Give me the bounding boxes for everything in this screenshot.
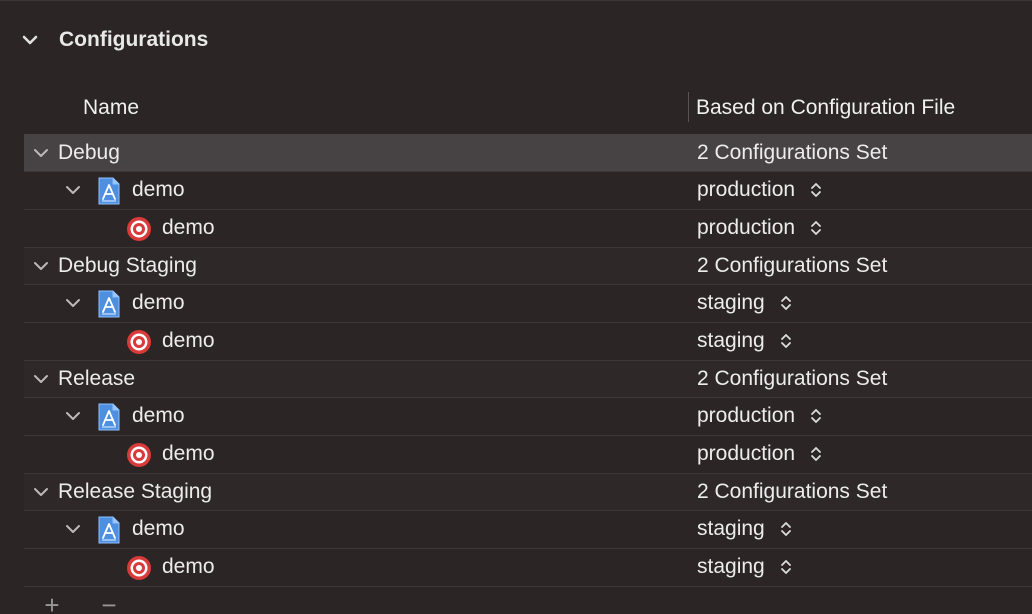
configurations-set-count: 2 Configurations Set	[697, 480, 888, 503]
add-configuration-button[interactable]: +	[40, 596, 64, 614]
target-config-row[interactable]: demo staging	[24, 323, 1032, 361]
remove-configuration-button[interactable]: −	[97, 596, 121, 614]
up-down-arrows-icon	[780, 296, 791, 310]
row-label: demo	[162, 555, 215, 578]
project-config-row[interactable]: demo production	[24, 398, 1032, 436]
xcode-project-icon	[98, 516, 120, 544]
config-file-popup[interactable]: production	[697, 178, 823, 202]
xcode-project-icon	[98, 290, 120, 318]
row-label: demo	[132, 291, 185, 314]
row-label: demo	[132, 178, 185, 201]
configurations-table: Name Based on Configuration File Debug 2 …	[24, 80, 1032, 594]
chevron-down-icon[interactable]	[20, 30, 40, 50]
column-header-config-file[interactable]: Based on Configuration File	[696, 96, 955, 120]
bottom-toolbar: + −	[0, 596, 1032, 614]
chevron-down-icon[interactable]	[32, 257, 50, 275]
up-down-arrows-icon	[780, 522, 791, 536]
configurations-set-count: 2 Configurations Set	[697, 367, 888, 390]
project-config-row[interactable]: demo staging	[24, 285, 1032, 323]
chevron-down-icon[interactable]	[64, 294, 82, 312]
configuration-group-row[interactable]: Release Staging 2 Configurations Set	[24, 474, 1032, 511]
row-label: demo	[162, 216, 215, 239]
up-down-arrows-icon	[811, 183, 821, 197]
configuration-group-row[interactable]: Release 2 Configurations Set	[24, 361, 1032, 398]
config-file-name: staging	[697, 291, 765, 314]
config-file-popup[interactable]: staging	[697, 329, 793, 353]
project-config-row[interactable]: demo staging	[24, 511, 1032, 549]
target-config-row[interactable]: demo staging	[24, 549, 1032, 587]
top-divider	[0, 0, 1032, 1]
table-rows: Debug 2 Configurations Set demo production d…	[24, 135, 1032, 587]
config-file-popup[interactable]: production	[697, 216, 823, 240]
config-file-name: staging	[697, 517, 765, 540]
row-label: demo	[132, 404, 185, 427]
column-divider[interactable]	[688, 92, 689, 122]
config-file-name: production	[697, 442, 796, 465]
config-file-name: production	[697, 178, 796, 201]
row-label: demo	[132, 517, 185, 540]
table-header: Name Based on Configuration File	[24, 80, 1032, 135]
row-label: Debug Staging	[58, 254, 197, 277]
config-file-popup[interactable]: staging	[697, 517, 793, 541]
configurations-set-count: 2 Configurations Set	[697, 254, 888, 277]
configuration-group-row[interactable]: Debug 2 Configurations Set	[24, 135, 1032, 172]
project-config-row[interactable]: demo production	[24, 172, 1032, 210]
target-config-row[interactable]: demo production	[24, 210, 1032, 248]
app-target-icon	[127, 443, 151, 467]
xcode-project-icon	[98, 177, 120, 205]
row-label: demo	[162, 442, 215, 465]
app-target-icon	[127, 217, 151, 241]
config-file-name: staging	[697, 329, 765, 352]
chevron-down-icon[interactable]	[64, 407, 82, 425]
config-file-popup[interactable]: production	[697, 404, 823, 428]
configuration-group-row[interactable]: Debug Staging 2 Configurations Set	[24, 248, 1032, 285]
row-label: demo	[162, 329, 215, 352]
target-config-row[interactable]: demo production	[24, 436, 1032, 474]
section-title: Configurations	[59, 28, 209, 51]
column-header-name[interactable]: Name	[83, 96, 139, 120]
config-file-popup[interactable]: staging	[697, 555, 793, 579]
chevron-down-icon[interactable]	[32, 144, 50, 162]
up-down-arrows-icon	[780, 560, 791, 574]
config-file-popup[interactable]: staging	[697, 291, 793, 315]
row-label: Release Staging	[58, 480, 213, 503]
up-down-arrows-icon	[811, 221, 821, 235]
chevron-down-icon[interactable]	[32, 370, 50, 388]
config-file-name: production	[697, 216, 796, 239]
app-target-icon	[127, 330, 151, 354]
up-down-arrows-icon	[780, 334, 791, 348]
config-file-name: staging	[697, 555, 765, 578]
configurations-pane: Configurations Name Based on Configurati…	[0, 0, 1032, 614]
row-label: Debug	[58, 141, 120, 164]
configurations-set-count: 2 Configurations Set	[697, 141, 888, 164]
up-down-arrows-icon	[811, 409, 821, 423]
config-file-name: production	[697, 404, 796, 427]
row-label: Release	[58, 367, 136, 390]
up-down-arrows-icon	[811, 447, 821, 461]
chevron-down-icon[interactable]	[64, 520, 82, 538]
config-file-popup[interactable]: production	[697, 442, 823, 466]
xcode-project-icon	[98, 403, 120, 431]
chevron-down-icon[interactable]	[32, 483, 50, 501]
app-target-icon	[127, 556, 151, 580]
chevron-down-icon[interactable]	[64, 181, 82, 199]
